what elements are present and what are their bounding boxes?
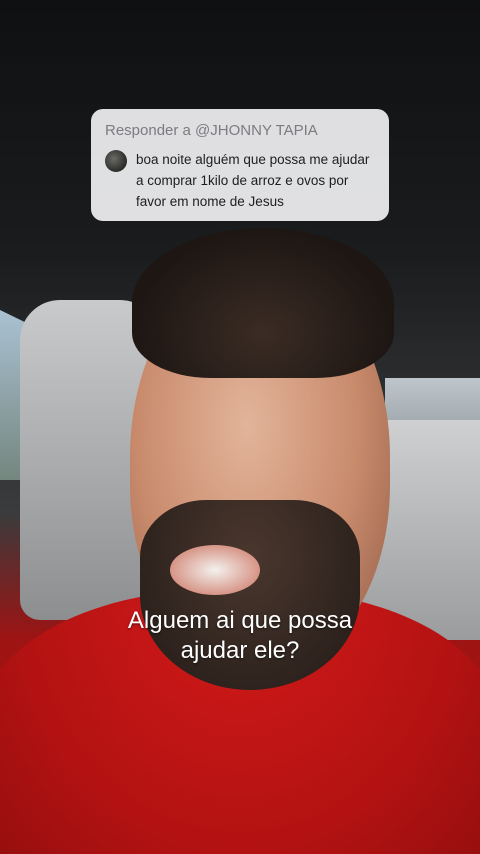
reply-comment-text: boa noite alguém que possa me ajudar a c… — [136, 152, 370, 209]
commenter-avatar — [105, 150, 127, 172]
caption-line-2: ajudar ele? — [180, 637, 300, 664]
video-frame[interactable]: Responder a @JHONNY TAPIA boa noite algu… — [0, 0, 480, 854]
reply-body: boa noite alguém que possa me ajudar a c… — [105, 149, 375, 212]
caption-line-1: Alguem ai que possa — [127, 607, 353, 634]
video-caption: Alguem ai que possa ajudar ele? — [40, 606, 440, 666]
person-hair — [132, 228, 394, 378]
reply-comment-sticker[interactable]: Responder a @JHONNY TAPIA boa noite algu… — [91, 109, 389, 221]
person-mouth — [170, 545, 260, 595]
reply-header: Responder a @JHONNY TAPIA — [105, 122, 318, 139]
